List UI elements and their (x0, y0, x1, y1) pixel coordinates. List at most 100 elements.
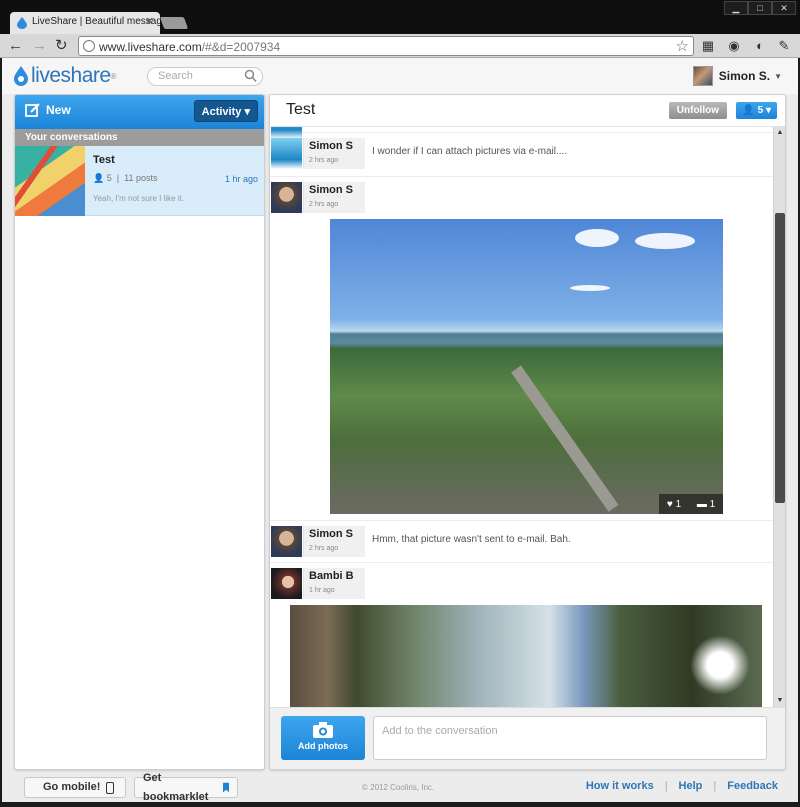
browser-titlebar: LiveShare | Beautiful message ✕ ▁ □ ✕ (0, 0, 800, 34)
reload-icon[interactable]: ↻ (55, 37, 68, 55)
section-label: Your conversations (15, 129, 264, 146)
liveshare-favicon-icon (17, 17, 27, 29)
app-header: liveshare ® Search Simon S. ▼ (2, 58, 798, 94)
search-placeholder: Search (158, 70, 193, 82)
app-footer: Go mobile! Get bookmarklet © 2012 Coolir… (2, 772, 798, 803)
trademark-icon: ® (110, 71, 117, 81)
forward-arrow-icon[interactable]: → (32, 37, 47, 55)
composer: Add photos (270, 707, 785, 769)
minimize-icon[interactable]: ▁ (724, 1, 748, 15)
new-conversation-button[interactable]: New (25, 102, 71, 118)
help-link[interactable]: Help (679, 780, 703, 792)
how-it-works-link[interactable]: How it works (586, 780, 654, 792)
post-text: I wonder if I can attach pictures via e-… (372, 146, 568, 157)
activity-label: Activity (201, 106, 242, 118)
add-photos-button[interactable]: Add photos (281, 716, 365, 760)
search-icon[interactable] (244, 69, 257, 83)
feed-scrollbar[interactable]: ▲ ▼ (773, 127, 785, 707)
new-label: New (46, 103, 71, 117)
get-bookmarklet-button[interactable]: Get bookmarklet (134, 772, 238, 803)
add-photos-label: Add photos (298, 741, 348, 751)
posts-count: 11 posts (124, 173, 158, 183)
go-mobile-label: Go mobile! (43, 781, 101, 793)
post-author-box: Bambi B 1 hr ago (303, 568, 365, 599)
conversation-list-item[interactable]: Test 👤 5 | 11 posts 1 hr ago Yeah, I'm n… (15, 146, 264, 216)
post-avatar (271, 138, 302, 169)
extension-icon[interactable]: ▦ (700, 38, 716, 54)
close-window-icon[interactable]: ✕ (772, 1, 796, 15)
go-mobile-button[interactable]: Go mobile! (24, 777, 126, 798)
post-avatar (271, 568, 302, 599)
post-time: 2 hrs ago (309, 545, 339, 552)
bookmark-icon (222, 782, 229, 793)
photo-cloud (575, 229, 619, 247)
scrollbar-thumb[interactable] (775, 213, 785, 503)
maximize-icon[interactable]: □ (748, 1, 772, 15)
bookmark-star-icon[interactable]: ☆ (676, 37, 689, 55)
comment-badge[interactable]: ▬ 1 (697, 499, 715, 510)
photo-cloud (635, 233, 695, 249)
post-avatar (271, 526, 302, 557)
url-path: /#&d=2007934 (201, 40, 281, 54)
chevron-down-icon: ▾ (244, 106, 250, 118)
user-avatar (692, 66, 713, 86)
search-box[interactable]: Search (147, 67, 263, 86)
feedback-link[interactable]: Feedback (727, 780, 778, 792)
liveshare-logo[interactable]: liveshare ® (14, 63, 116, 89)
post-author[interactable]: Simon S (309, 140, 353, 152)
photo-cloud (570, 285, 610, 291)
post-author-box: Simon S 2 hrs ago (303, 526, 365, 557)
conversation-panel: Test Unfollow 👤 5 ▾ Simon S 2 hrs ago I … (269, 94, 786, 770)
conversation-time: 1 hr ago (224, 174, 258, 184)
conversations-panel: New Activity ▾ Your conversations Test 👤… (14, 94, 265, 770)
post-photo-aerial-town[interactable]: ♥ 1 ▬ 1 (330, 219, 723, 514)
post-time: 1 hr ago (309, 587, 335, 594)
scroll-up-icon[interactable]: ▲ (774, 127, 785, 139)
activity-dropdown[interactable]: Activity ▾ (193, 100, 258, 122)
members-count: 5 (106, 173, 112, 183)
comments-count: 1 (709, 498, 716, 510)
compose-icon (25, 103, 40, 117)
members-button[interactable]: 👤 5 ▾ (736, 102, 777, 119)
conversations-header: New Activity ▾ (15, 95, 264, 129)
bookmarklet-label: Get bookmarklet (143, 771, 209, 803)
user-menu[interactable]: Simon S. ▼ (692, 66, 782, 86)
address-bar[interactable]: www.liveshare.com/#&d=2007934 ☆ (78, 36, 694, 56)
extension-mask-icon[interactable]: ◉ (726, 38, 742, 54)
liveshare-drop-icon (14, 66, 28, 86)
photo-stats: ♥ 1 ▬ 1 (659, 494, 723, 514)
message-post: Simon S 2 hrs ago Hmm, that picture wasn… (270, 521, 773, 563)
like-badge[interactable]: ♥ 1 (667, 499, 681, 510)
tab-close-icon[interactable]: ✕ (145, 15, 154, 28)
conversation-title: Test (286, 101, 316, 118)
post-text: Hmm, that picture wasn't sent to e-mail.… (372, 534, 571, 545)
new-tab-button[interactable] (159, 17, 189, 29)
post-author[interactable]: Bambi B (309, 570, 354, 582)
extension-eye-icon[interactable]: ◐ (752, 38, 768, 54)
user-name: Simon S. (718, 69, 771, 83)
browser-tab[interactable]: LiveShare | Beautiful message ✕ (10, 12, 160, 34)
scroll-down-icon[interactable]: ▼ (774, 695, 785, 707)
post-avatar (271, 182, 302, 213)
page-globe-icon (83, 40, 95, 52)
url-text: www.liveshare.com/#&d=2007934 (99, 40, 280, 54)
conversation-title: Test (93, 154, 115, 166)
compose-input[interactable] (373, 716, 767, 760)
conversation-header: Test Unfollow 👤 5 ▾ (270, 95, 785, 127)
liveshare-app: liveshare ® Search Simon S. ▼ New Activit… (2, 58, 798, 803)
person-icon: 👤 (93, 173, 105, 183)
heart-icon: ♥ (666, 498, 673, 510)
message-feed[interactable]: Simon S 2 hrs ago I wonder if I can atta… (270, 127, 773, 707)
footer-links: How it works | Help | Feedback (586, 780, 778, 792)
person-icon: 👤 (742, 105, 755, 116)
wrench-icon[interactable]: ✎ (776, 38, 792, 54)
link-separator: | (664, 780, 668, 792)
unfollow-button[interactable]: Unfollow (668, 102, 727, 119)
post-author[interactable]: Simon S (309, 528, 353, 540)
post-photo-trees[interactable] (290, 605, 762, 707)
back-arrow-icon[interactable]: ← (8, 37, 23, 55)
browser-toolbar: ← → ↻ www.liveshare.com/#&d=2007934 ☆ ▦ … (0, 34, 800, 58)
post-author[interactable]: Simon S (309, 184, 353, 196)
post-author-box: Simon S 2 hrs ago (303, 138, 365, 169)
logo-text: liveshare (31, 64, 111, 87)
